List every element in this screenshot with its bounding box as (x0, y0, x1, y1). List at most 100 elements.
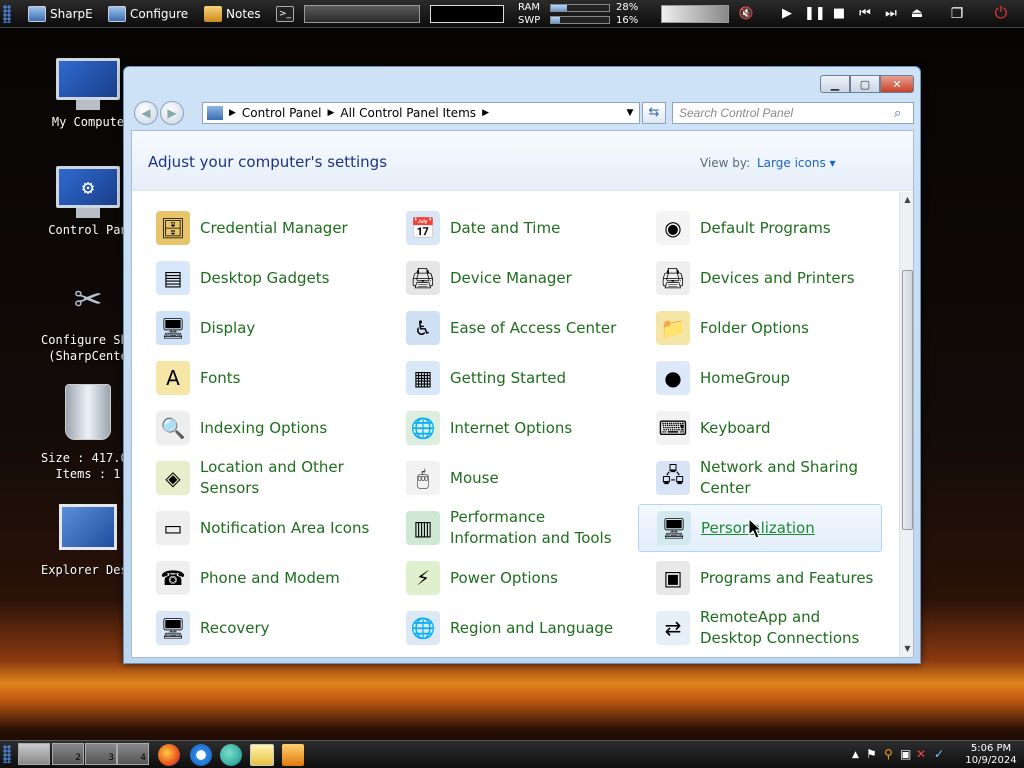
cp-item-devices-and-printers[interactable]: 🖨 Devices and Printers (638, 254, 882, 302)
next-icon[interactable]: ⏭ (882, 6, 900, 21)
cp-item-network-and-sharing-center[interactable]: 🖧 Network and Sharing Center (638, 454, 882, 502)
terminal-button[interactable]: >_ (276, 3, 294, 25)
cp-item-display[interactable]: 🖥 Display (138, 304, 382, 352)
search-input[interactable] (672, 102, 914, 124)
cp-item-region-and-language[interactable]: 🌐 Region and Language (388, 604, 632, 652)
cp-item-label: Mouse (450, 468, 499, 487)
cp-item-desktop-gadgets[interactable]: ▤ Desktop Gadgets (138, 254, 382, 302)
cp-item-label: Folder Options (700, 318, 809, 337)
cp-item-fonts[interactable]: A Fonts (138, 354, 382, 402)
cp-item-performance-information-and-tools[interactable]: ▥ Performance Information and Tools (388, 504, 632, 552)
view-by-dropdown[interactable]: Large icons ▾ (757, 156, 836, 170)
search-tray-icon[interactable]: ⚲ (884, 747, 893, 761)
search-icon[interactable]: ⌕ (894, 106, 901, 121)
cp-item-default-programs[interactable]: ◉ Default Programs (638, 204, 882, 252)
cp-item-internet-options[interactable]: 🌐 Internet Options (388, 404, 632, 452)
recovery-icon: 🖥 (156, 611, 190, 645)
internet-explorer-icon[interactable] (190, 744, 212, 766)
tray-expand-icon[interactable]: ▲ (852, 750, 859, 760)
cp-item-indexing-options[interactable]: 🔍 Indexing Options (138, 404, 382, 452)
scroll-down-icon[interactable]: ▼ (900, 641, 913, 657)
power-icon[interactable]: ⏻ (992, 3, 1010, 23)
chevron-right-icon[interactable]: ▶ (328, 108, 335, 118)
cp-item-date-and-time[interactable]: 📅 Date and Time (388, 204, 632, 252)
scrollbar-thumb[interactable] (902, 270, 913, 530)
scroll-up-icon[interactable]: ▲ (900, 192, 913, 208)
cp-item-folder-options[interactable]: 📁 Folder Options (638, 304, 882, 352)
clock[interactable]: 5:06 PM 10/9/2024 (962, 743, 1020, 767)
cp-item-keyboard[interactable]: ⌨ Keyboard (638, 404, 882, 452)
breadcrumb-all-items[interactable]: All Control Panel Items (340, 106, 476, 120)
launcher-sharpe[interactable]: SharpE (28, 3, 93, 25)
cp-item-homegroup[interactable]: ● HomeGroup (638, 354, 882, 402)
cp-item-label: Recovery (200, 618, 270, 637)
firefox-icon[interactable] (158, 744, 180, 766)
maximize-button[interactable]: ▢ (850, 75, 880, 93)
homegroup-icon: ● (656, 361, 690, 395)
workspace-3[interactable]: 3 (85, 743, 117, 765)
workspace-2[interactable]: 2 (52, 743, 84, 765)
text-entry-slot[interactable] (430, 5, 504, 23)
cp-item-label: Power Options (450, 568, 558, 587)
chevron-right-icon[interactable]: ▶ (482, 108, 489, 118)
getting-started-icon: ▦ (406, 361, 440, 395)
workspace-1[interactable] (18, 743, 50, 765)
vertical-scrollbar[interactable]: ▲ ▼ (899, 192, 913, 657)
cp-item-label: Indexing Options (200, 418, 328, 437)
previous-icon[interactable]: ⏮ (856, 6, 874, 21)
cp-item-ease-of-access-center[interactable]: ♿ Ease of Access Center (388, 304, 632, 352)
launcher-notes[interactable]: Notes (204, 3, 261, 25)
cp-item-power-options[interactable]: ⚡ Power Options (388, 554, 632, 602)
cp-item-recovery[interactable]: 🖥 Recovery (138, 604, 382, 652)
cp-item-phone-and-modem[interactable]: ☎ Phone and Modem (138, 554, 382, 602)
explorer-desktop-icon (59, 504, 117, 550)
refresh-button[interactable]: ⇆ (642, 102, 666, 124)
control-panel-items-grid: 🗄 Credential Manager 📅 Date and Time ◉ Defaul… (132, 192, 900, 657)
volume-muted-icon[interactable]: ✕ (916, 747, 926, 761)
cp-item-notification-area-icons[interactable]: ▭ Notification Area Icons (138, 504, 382, 552)
workspace-4[interactable]: 4 (117, 743, 149, 765)
recycle-bin-icon (65, 384, 111, 440)
cp-item-device-manager[interactable]: 🖨 Device Manager (388, 254, 632, 302)
stop-icon[interactable]: ■ (830, 6, 848, 21)
eject-icon[interactable]: ⏏ (908, 6, 926, 21)
panel-grip-icon[interactable] (3, 5, 11, 23)
windows-switch-icon[interactable]: ❐ (948, 6, 966, 22)
cp-item-label: Network and Sharing Center (700, 458, 858, 497)
content-pane: Adjust your computer's settings View by:… (131, 130, 914, 658)
breadcrumb-control-panel[interactable]: Control Panel (242, 106, 322, 120)
cp-item-mouse[interactable]: 🖱 Mouse (388, 454, 632, 502)
play-icon[interactable]: ▶ (778, 6, 796, 21)
cp-item-location-and-other-sensors[interactable]: ◈ Location and Other Sensors (138, 454, 382, 502)
back-button[interactable]: ◀ (134, 101, 158, 125)
launcher-configure[interactable]: Configure (108, 3, 188, 25)
network-tray-icon[interactable]: ▣ (900, 747, 911, 761)
clock-date: 10/9/2024 (965, 755, 1017, 766)
launcher-label: SharpE (50, 7, 93, 21)
flag-icon[interactable]: ⚑ (866, 747, 877, 761)
minimize-button[interactable]: ▁ (820, 75, 850, 93)
media-player-icon[interactable] (282, 744, 304, 766)
cp-item-getting-started[interactable]: ▦ Getting Started (388, 354, 632, 402)
cp-item-remoteapp-and-desktop-connections[interactable]: ⇄ RemoteApp and Desktop Connections (638, 604, 882, 652)
cp-item-label: Desktop Gadgets (200, 268, 330, 287)
cp-item-credential-manager[interactable]: 🗄 Credential Manager (138, 204, 382, 252)
power-options-icon: ⚡ (406, 561, 440, 595)
forward-button[interactable]: ▶ (160, 101, 184, 125)
launcher-label: Notes (226, 7, 261, 21)
pause-icon[interactable]: ❚❚ (804, 6, 826, 21)
mute-icon[interactable]: 🔇 (737, 6, 755, 20)
taskbar-grip-icon[interactable] (3, 745, 11, 763)
address-bar[interactable]: ▶ Control Panel ▶ All Control Panel Item… (202, 102, 640, 124)
cp-item-programs-and-features[interactable]: ▣ Programs and Features (638, 554, 882, 602)
volume-slider[interactable] (661, 5, 729, 23)
ram-label: RAM (518, 2, 541, 13)
task-slot[interactable] (304, 5, 420, 23)
folder-icon[interactable] (250, 744, 274, 766)
swp-percent: 16% (616, 15, 639, 26)
swp-label: SWP (518, 15, 541, 26)
bluetooth-icon[interactable]: ✓ (934, 747, 944, 761)
close-button[interactable]: ✕ (880, 75, 914, 93)
chat-icon[interactable] (220, 744, 242, 766)
address-dropdown-icon[interactable]: ▼ (623, 105, 637, 121)
